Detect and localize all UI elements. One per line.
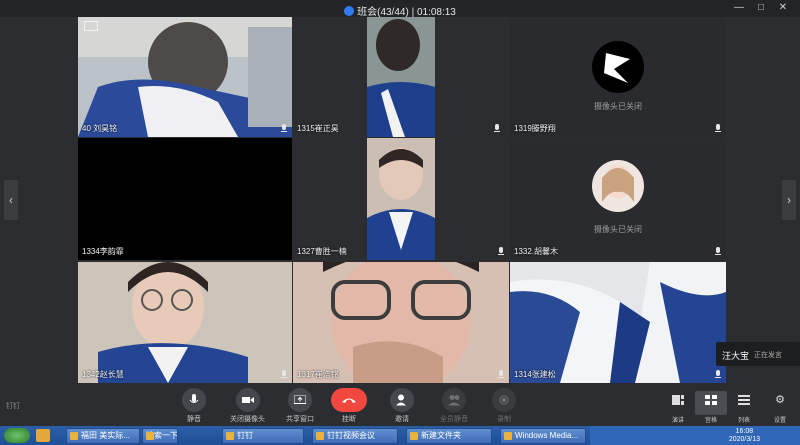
clock-time: 16:08 [735,428,754,435]
participant-name: 1317崔浩铭 [297,370,339,379]
prev-page-button[interactable]: ‹ [4,180,18,220]
expand-icon[interactable] [84,21,98,31]
share-label: 共享窗口 [286,416,314,423]
mic-icon [714,247,722,257]
active-speaker-badge: 汪大宝 正在发言 [716,342,800,366]
video-tile[interactable]: 摄像头已关闭 1319滕野翔 [510,17,726,137]
speech-layout-icon [672,395,684,405]
mic-icon [714,370,722,380]
video-frame [78,17,292,137]
video-tile[interactable]: 1327曹胜一楠 [293,138,509,260]
mic-icon [280,124,288,134]
participant-name: 1332.胡馨木 [514,247,559,256]
minimize-button[interactable]: — [732,2,746,13]
share-window-button[interactable]: 共享窗口 [286,388,314,424]
hangup-button[interactable]: 挂断 [331,388,367,424]
mic-icon [497,247,505,257]
speaker-name: 汪大宝 [722,351,750,361]
list-layout-icon [738,395,750,405]
meeting-window: 班会(43/44) | 01:08:13 — □ ✕ ‹ › 40 刘昊铭 13… [0,0,800,426]
video-tile[interactable]: 1334李韵霏 [78,138,292,260]
invite-button[interactable]: 邀请 [390,388,414,424]
participant-name: 40 刘昊铭 [82,124,118,133]
participant-name: 1314张建松 [514,370,556,379]
camera-off-text: 摄像头已关闭 [594,225,642,234]
list-layout-button[interactable]: 列表 [728,391,760,424]
invite-label: 邀请 [395,416,409,423]
video-frame [510,262,726,383]
maximize-button[interactable]: □ [754,2,768,13]
mic-icon [280,370,288,380]
participant-name: 1334李韵霏 [82,247,124,256]
grid-layout-icon [705,395,717,405]
taskbar-search[interactable]: 搜索一下 [142,428,178,444]
system-tray: 16:08 2020/3/13 [590,426,800,445]
video-tile[interactable]: 摄像头已关闭 1332.胡馨木 [510,138,726,260]
taskbar-item[interactable]: Windows Media... [500,428,586,444]
windows-taskbar: 福田 美实际... 搜索一下 钉钉 钉钉视频会议 新建文件夹 Windows M… [0,426,800,445]
video-frame [293,17,509,137]
shield-icon [344,6,355,16]
mute-all-label: 全员静音 [440,416,468,423]
camera-off-text: 摄像头已关闭 [594,102,642,111]
taskbar-item[interactable]: 福田 美实际... [66,428,140,444]
participant-name: 1342赵长慧 [82,370,124,379]
next-page-button[interactable]: › [782,180,796,220]
speech-layout-label: 演讲 [671,418,684,424]
start-button[interactable] [4,428,30,443]
title-bar: 班会(43/44) | 01:08:13 — □ ✕ [0,0,800,18]
video-tile[interactable]: 1342赵长慧 [78,262,292,383]
camera-off-avatar [592,160,644,212]
grid-layout-label: 宫格 [704,418,717,424]
video-frame [293,262,509,383]
camera-off-avatar [592,41,644,93]
add-user-icon [396,394,406,406]
record-button: 录制 [492,388,516,424]
hangup-icon [342,398,356,403]
window-title: 班会(43/44) | 01:08:13 [0,3,800,18]
quicklaunch-icon[interactable] [36,429,50,442]
clock[interactable]: 16:08 2020/3/13 [729,428,760,444]
microphone-icon [189,394,199,403]
record-label: 录制 [497,416,511,423]
mute-label: 静音 [187,416,201,423]
grid-layout-button[interactable]: 宫格 [695,391,727,424]
share-screen-icon [294,395,306,404]
record-icon [499,395,509,405]
participant-name: 1315崔正昊 [297,124,339,133]
taskbar-item[interactable]: 钉钉 [222,428,304,444]
clock-date: 2020/3/13 [728,436,760,443]
mic-icon [493,124,501,134]
dingtalk-logo: 钉钉 [6,403,20,410]
video-tile[interactable]: 1315崔正昊 [293,17,509,137]
settings-label: 设置 [773,418,786,424]
close-button[interactable]: ✕ [776,2,790,13]
mute-button[interactable]: 静音 [182,388,206,424]
meeting-toolbar: 钉钉 静音 关闭摄像头 共享窗口 挂断 邀请 全员静音 录制 演讲 宫格 列表 … [0,383,800,426]
users-icon [448,395,460,406]
mic-icon [497,370,505,380]
video-tile[interactable]: 1317崔浩铭 [293,262,509,383]
list-layout-label: 列表 [737,418,750,424]
video-frame [78,262,292,383]
speech-layout-button[interactable]: 演讲 [662,391,694,424]
speaker-status: 正在发言 [754,352,782,359]
mic-icon [714,124,722,134]
video-tile[interactable]: 1314张建松 [510,262,726,383]
video-tile[interactable]: 40 刘昊铭 [78,17,292,137]
gear-icon: ⚙ [775,394,785,406]
taskbar-item[interactable]: 新建文件夹 [406,428,492,444]
video-grid: 40 刘昊铭 1315崔正昊 摄像头已关闭 1319滕野翔 1334李韵霏 13… [78,17,726,383]
camera-off-label: 关闭摄像头 [230,416,265,423]
hangup-label: 挂断 [342,416,356,423]
taskbar-item[interactable]: 钉钉视频会议 [312,428,398,444]
settings-button[interactable]: ⚙ 设置 [764,391,796,424]
participant-name: 1327曹胜一楠 [297,247,347,256]
camera-icon [241,397,254,403]
camera-off-button[interactable]: 关闭摄像头 [230,388,265,424]
video-frame [293,138,509,260]
participant-name: 1319滕野翔 [514,124,556,133]
mute-all-button: 全员静音 [440,388,468,424]
